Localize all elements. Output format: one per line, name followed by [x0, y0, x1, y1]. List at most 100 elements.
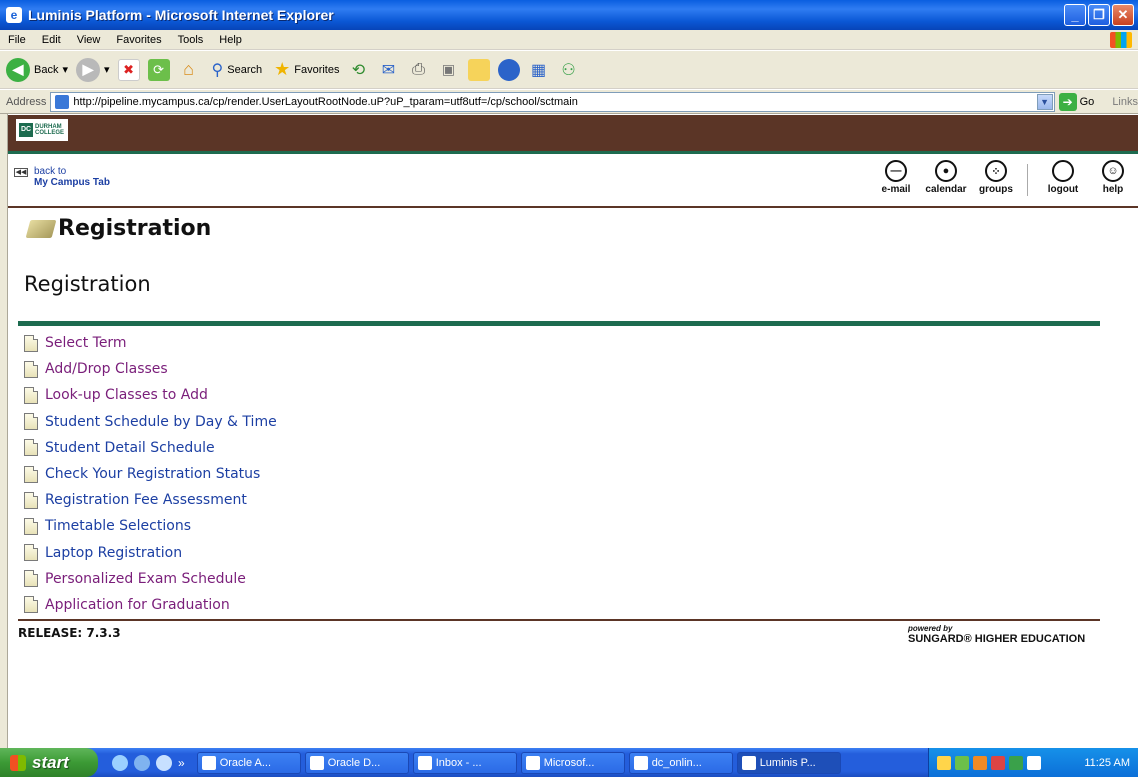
document-icon: [24, 386, 38, 404]
messenger-button[interactable]: [497, 58, 520, 81]
timetable-selections-link[interactable]: Timetable Selections: [45, 518, 191, 534]
address-input[interactable]: http://pipeline.mycampus.ca/cp/render.Us…: [50, 91, 1055, 112]
browser-quicklaunch-icon[interactable]: [156, 754, 172, 771]
document-icon: [24, 570, 38, 588]
detail-schedule-link[interactable]: Student Detail Schedule: [45, 440, 215, 456]
excel-icon: [525, 755, 540, 770]
back-arrow-icon: ◀: [6, 57, 30, 82]
task-label: Inbox - ...: [435, 756, 482, 769]
ie-icon: e: [6, 7, 22, 23]
start-label: start: [32, 752, 69, 772]
document-icon: [24, 465, 38, 483]
back-button[interactable]: ◀ Back ▾: [6, 57, 68, 82]
menu-favorites[interactable]: Favorites: [108, 34, 169, 46]
ie-icon: [741, 755, 756, 770]
network-tray-icon[interactable]: [955, 755, 969, 770]
close-button[interactable]: ✕: [1112, 4, 1134, 26]
task-luminis[interactable]: Luminis P...: [736, 751, 841, 774]
search-button[interactable]: ⚲ Search: [208, 60, 263, 80]
registration-status-link[interactable]: Check Your Registration Status: [45, 466, 260, 482]
history-button[interactable]: ⟲: [348, 59, 370, 81]
research-button[interactable]: ▦: [528, 59, 550, 81]
durham-college-logo[interactable]: DC DURHAM COLLEGE: [16, 119, 68, 141]
maximize-button[interactable]: ❐: [1088, 4, 1110, 26]
calendar-label: calendar: [925, 184, 967, 195]
task-oracle-a[interactable]: Oracle A...: [196, 751, 301, 774]
list-item: Laptop Registration: [24, 540, 277, 566]
task-buttons: Oracle A... Oracle D... Inbox - ... Micr…: [196, 751, 841, 774]
list-item: Look-up Classes to Add: [24, 382, 277, 408]
lookup-classes-link[interactable]: Look-up Classes to Add: [45, 387, 208, 403]
calendar-button[interactable]: ● calendar: [921, 156, 971, 196]
task-dc-online[interactable]: dc_onlin...: [628, 751, 733, 774]
folder-button[interactable]: [467, 58, 490, 81]
edit-button[interactable]: ▣: [438, 59, 460, 81]
add-drop-classes-link[interactable]: Add/Drop Classes: [45, 361, 168, 377]
document-icon: [24, 517, 38, 535]
select-term-link[interactable]: Select Term: [45, 335, 127, 351]
go-button[interactable]: ➔ Go: [1058, 92, 1095, 111]
chevron-down-icon[interactable]: ▾: [104, 63, 110, 76]
links-button[interactable]: Links: [1112, 96, 1138, 108]
document-icon: [24, 413, 38, 431]
back-to-campus-link[interactable]: back to My Campus Tab: [34, 166, 110, 188]
mail-tray-icon[interactable]: [937, 755, 951, 770]
forward-button[interactable]: ▶ ▾: [76, 57, 110, 82]
document-icon: [24, 439, 38, 457]
page-title: Registration: [58, 216, 212, 241]
menu-edit[interactable]: Edit: [34, 34, 69, 46]
back-line-1: back to: [34, 166, 67, 177]
update-tray-icon[interactable]: [973, 755, 987, 770]
oracle-icon: [309, 755, 324, 770]
ie-quicklaunch-icon[interactable]: [112, 754, 128, 771]
sungard-text: SUNGARD® HIGHER EDUCATION: [908, 633, 1086, 645]
portal-nav: ◀◀ back to My Campus Tab — e-mail ● cale…: [8, 154, 1138, 206]
email-button[interactable]: — e-mail: [871, 156, 921, 196]
chevron-right-icon[interactable]: »: [178, 756, 185, 770]
mail-button[interactable]: ✉: [378, 59, 400, 81]
search-quicklaunch-icon[interactable]: [134, 754, 150, 771]
word-icon: [633, 755, 648, 770]
menu-help[interactable]: Help: [211, 34, 250, 46]
stop-button[interactable]: ✖: [117, 58, 140, 81]
refresh-button[interactable]: ⟳: [147, 58, 170, 81]
footer-divider: [18, 619, 1100, 621]
chevron-down-icon[interactable]: ▾: [62, 63, 68, 76]
graduation-application-link[interactable]: Application for Graduation: [45, 597, 230, 613]
menu-tools[interactable]: Tools: [170, 34, 212, 46]
window-titlebar[interactable]: e Luminis Platform - Microsoft Internet …: [0, 0, 1138, 30]
antivirus-tray-icon[interactable]: [991, 755, 1005, 770]
display-tray-icon[interactable]: [1027, 755, 1041, 770]
favorites-button[interactable]: ★ Favorites: [270, 59, 339, 80]
email-label: e-mail: [881, 184, 911, 195]
menu-file[interactable]: File: [0, 34, 34, 46]
release-version: RELEASE: 7.3.3: [18, 626, 121, 640]
task-oracle-d[interactable]: Oracle D...: [304, 751, 409, 774]
document-icon: [24, 544, 38, 562]
back-arrows-icon[interactable]: ◀◀: [14, 168, 28, 177]
favorites-label: Favorites: [294, 63, 340, 76]
messenger-tray-icon[interactable]: [1009, 755, 1023, 770]
groups-button[interactable]: ⁘ groups: [971, 156, 1021, 196]
task-label: Oracle D...: [327, 756, 381, 769]
menu-view[interactable]: View: [69, 34, 109, 46]
minimize-button[interactable]: _: [1064, 4, 1086, 26]
messenger-buddies-button[interactable]: ⚇: [558, 59, 580, 81]
task-microsoft[interactable]: Microsof...: [520, 751, 625, 774]
home-button[interactable]: ⌂: [178, 59, 200, 81]
list-item: Check Your Registration Status: [24, 461, 277, 487]
go-label: Go: [1079, 95, 1095, 108]
laptop-registration-link[interactable]: Laptop Registration: [45, 545, 182, 561]
help-button[interactable]: ☺ help: [1088, 156, 1138, 196]
logout-button[interactable]: logout: [1038, 156, 1088, 196]
schedule-day-time-link[interactable]: Student Schedule by Day & Time: [45, 414, 277, 430]
address-bar: Address http://pipeline.mycampus.ca/cp/r…: [0, 90, 1138, 114]
exam-schedule-link[interactable]: Personalized Exam Schedule: [45, 571, 246, 587]
task-inbox[interactable]: Inbox - ...: [412, 751, 517, 774]
start-button[interactable]: start: [0, 748, 98, 777]
clock[interactable]: 11:25 AM: [1084, 757, 1130, 769]
print-button[interactable]: ⎙: [408, 59, 430, 81]
fee-assessment-link[interactable]: Registration Fee Assessment: [45, 492, 247, 508]
logo-text-2: COLLEGE: [35, 130, 65, 136]
chevron-down-icon[interactable]: ▼: [1036, 93, 1053, 110]
